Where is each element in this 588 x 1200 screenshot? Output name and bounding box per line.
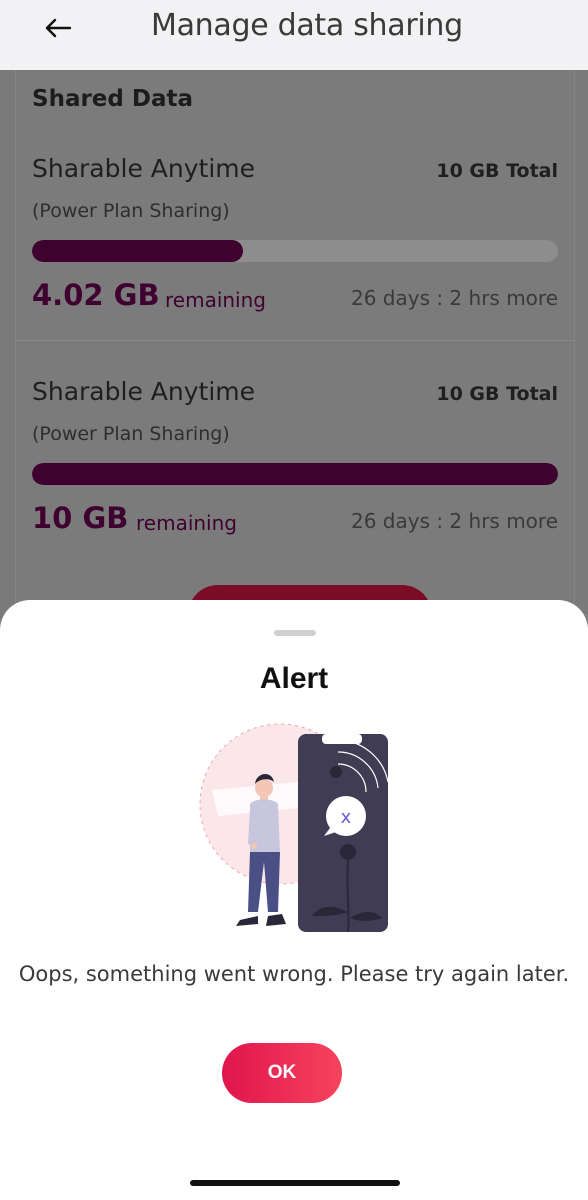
plan-total: 10 GB Total	[436, 383, 558, 405]
ok-button[interactable]: OK	[222, 1043, 342, 1103]
person-phone-error-icon: x	[199, 723, 389, 933]
alert-title: Alert	[259, 662, 329, 695]
page-title: Manage data sharing	[151, 8, 463, 43]
plan-total: 10 GB Total	[436, 160, 558, 182]
home-indicator	[190, 1180, 400, 1186]
alert-bottom-sheet: Alert x Oops, something went wrong. Plea…	[0, 600, 588, 1200]
arrow-left-icon	[45, 18, 72, 38]
drag-handle[interactable]	[274, 630, 316, 636]
remaining-amount: 10 GB	[32, 501, 129, 535]
section-title: Shared Data	[32, 86, 193, 112]
remaining-label: remaining	[165, 288, 266, 312]
plan-subtitle: (Power Plan Sharing)	[32, 200, 230, 222]
remaining-label: remaining	[136, 511, 237, 535]
plan-name: Sharable Anytime	[32, 154, 255, 183]
back-button[interactable]	[40, 10, 76, 46]
usage-bar	[32, 463, 558, 485]
usage-bar	[32, 240, 558, 262]
time-left: 26 days : 2 hrs more	[350, 286, 558, 310]
alert-message: Oops, something went wrong. Please try a…	[18, 962, 570, 986]
usage-bar-fill	[32, 240, 244, 262]
remaining-amount: 4.02 GB	[32, 278, 160, 312]
divider	[16, 340, 574, 341]
usage-bar-fill	[32, 463, 558, 485]
plan-name: Sharable Anytime	[32, 377, 255, 406]
svg-text:x: x	[341, 807, 352, 828]
time-left: 26 days : 2 hrs more	[350, 509, 558, 533]
app-header: Manage data sharing	[0, 0, 588, 70]
plan-subtitle: (Power Plan Sharing)	[32, 423, 230, 445]
